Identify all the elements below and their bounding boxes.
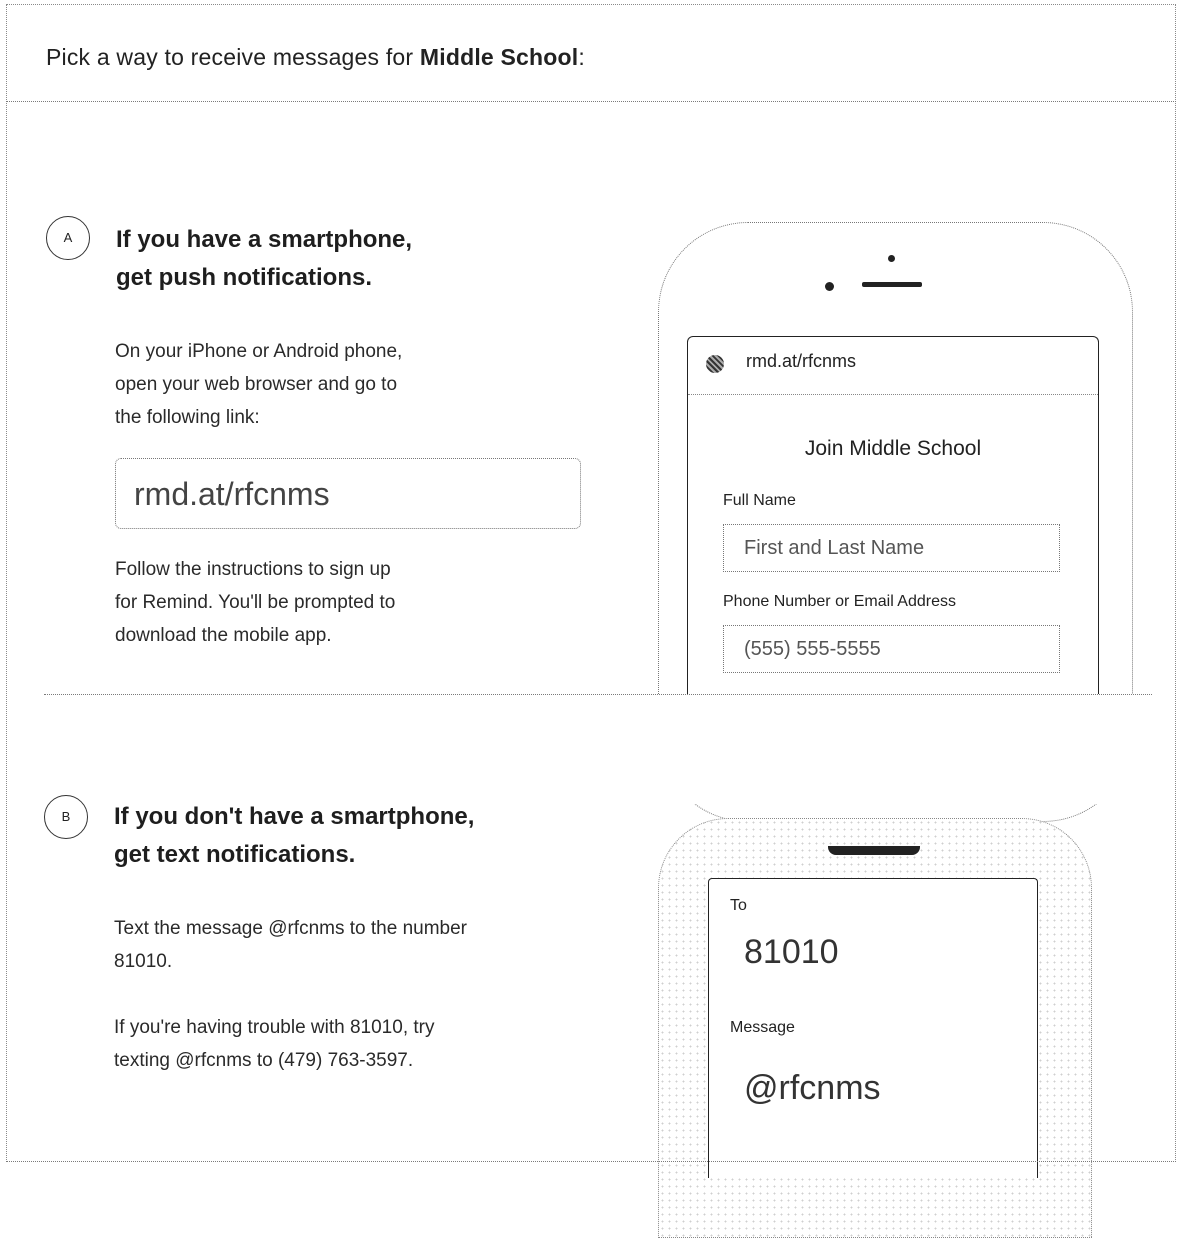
- header-divider: [6, 101, 1176, 102]
- option-a-badge: A: [46, 216, 90, 260]
- message-value: @rfcnms: [744, 1069, 881, 1107]
- page-header: Pick a way to receive messages for Middl…: [46, 44, 585, 71]
- option-a-followup-line: download the mobile app.: [115, 625, 332, 646]
- phone-sensor-icon: [825, 282, 834, 291]
- phone-camera-icon: [888, 255, 895, 262]
- phone-earpiece-icon: [828, 846, 920, 855]
- phone-speaker-icon: [862, 282, 922, 287]
- basic-phone-screen: To 81010 Message @rfcnms: [708, 878, 1038, 1178]
- option-b-heading-line2: get text notifications.: [114, 841, 356, 868]
- option-a-instruction-line: the following link:: [115, 407, 260, 428]
- header-class-name: Middle School: [419, 44, 579, 70]
- to-label: To: [730, 897, 747, 914]
- option-b-instruction-line: 81010.: [114, 951, 173, 972]
- option-a-heading-line1: If you have a smartphone,: [116, 226, 413, 253]
- section-divider: [44, 694, 1152, 695]
- option-b-trouble: If you're having trouble with 81010, try…: [114, 1011, 434, 1077]
- contact-field: (555) 555-5555: [723, 625, 1060, 673]
- full-name-field: First and Last Name: [723, 524, 1060, 572]
- option-a-followup-line: Follow the instructions to sign up: [115, 559, 391, 580]
- header-suffix: :: [578, 44, 585, 70]
- message-label: Message: [730, 1019, 795, 1036]
- option-b-heading: If you don't have a smartphone, get text…: [114, 798, 474, 874]
- option-a-heading: If you have a smartphone, get push notif…: [116, 221, 412, 297]
- option-a-instruction-line: On your iPhone or Android phone,: [115, 341, 403, 362]
- option-a-heading-line2: get push notifications.: [116, 264, 372, 291]
- option-b-trouble-line: texting @rfcnms to (479) 763-3597.: [114, 1050, 414, 1071]
- bottom-divider: [6, 1161, 1176, 1162]
- browser-url-bar: rmd.at/rfcnms: [688, 337, 1098, 395]
- join-link-box[interactable]: rmd.at/rfcnms: [115, 458, 581, 529]
- browser-url-text: rmd.at/rfcnms: [746, 351, 857, 371]
- full-name-label: Full Name: [723, 492, 796, 509]
- remind-logo-icon: [706, 355, 724, 373]
- join-class-title: Join Middle School: [804, 437, 982, 460]
- option-a-instructions: On your iPhone or Android phone, open yo…: [115, 335, 402, 434]
- option-a-followup: Follow the instructions to sign up for R…: [115, 553, 395, 652]
- option-b-trouble-line: If you're having trouble with 81010, try: [114, 1017, 435, 1038]
- option-a-followup-line: for Remind. You'll be prompted to: [115, 592, 396, 613]
- header-prefix: Pick a way to receive messages for: [46, 44, 420, 70]
- smartphone-screen: rmd.at/rfcnms Join Middle School Full Na…: [687, 336, 1099, 694]
- option-b-heading-line1: If you don't have a smartphone,: [114, 803, 475, 830]
- option-b-instructions: Text the message @rfcnms to the number 8…: [114, 912, 467, 978]
- option-a-instruction-line: open your web browser and go to: [115, 374, 398, 395]
- to-number: 81010: [744, 933, 839, 971]
- smartphone-crop-mask: [640, 694, 1160, 804]
- option-b-instruction-line: Text the message @rfcnms to the number: [114, 918, 467, 939]
- option-b-badge: B: [44, 795, 88, 839]
- contact-label: Phone Number or Email Address: [723, 593, 956, 610]
